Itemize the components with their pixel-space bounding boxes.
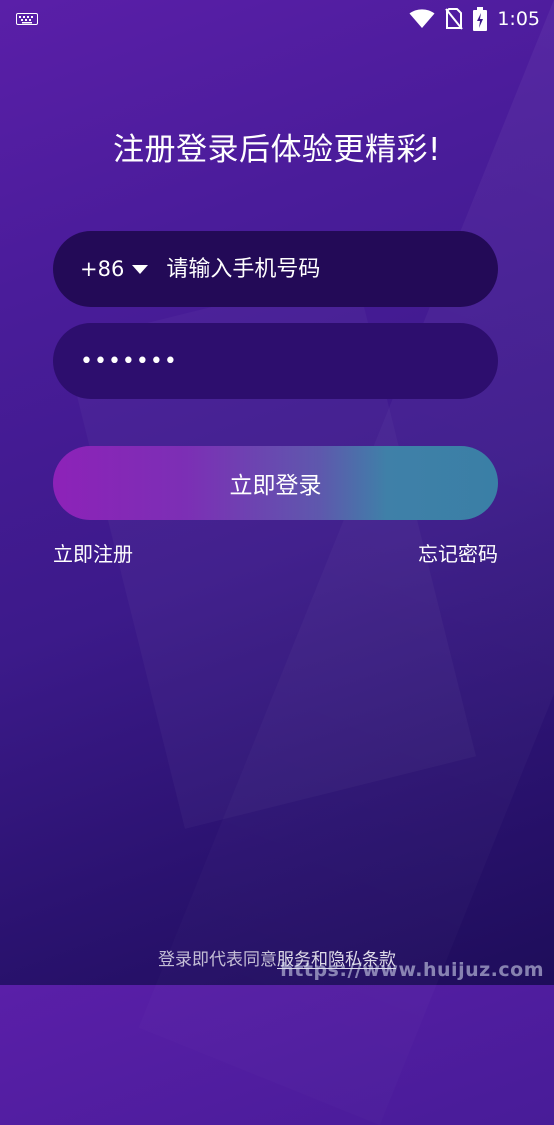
watermark: https://www.huijuz.com bbox=[280, 959, 544, 981]
keyboard-icon bbox=[16, 13, 38, 25]
phone-input[interactable] bbox=[166, 256, 467, 282]
wifi-icon bbox=[409, 9, 435, 28]
phone-field: +86 bbox=[53, 231, 498, 307]
chevron-down-icon[interactable] bbox=[132, 264, 149, 274]
no-sim-icon bbox=[445, 8, 464, 30]
status-bar: 1:05 bbox=[0, 0, 554, 38]
page-headline: 注册登录后体验更精彩! bbox=[113, 132, 441, 168]
login-button[interactable]: 立即登录 bbox=[53, 446, 498, 520]
agreement-prefix: 登录即代表同意 bbox=[158, 950, 277, 970]
country-code-selector[interactable]: +86 bbox=[80, 257, 124, 281]
battery-charging-icon bbox=[473, 7, 488, 31]
forgot-password-link[interactable]: 忘记密码 bbox=[418, 538, 498, 567]
password-input[interactable] bbox=[80, 348, 460, 374]
register-link[interactable]: 立即注册 bbox=[53, 538, 133, 567]
password-field bbox=[53, 323, 498, 399]
status-time: 1:05 bbox=[497, 8, 540, 30]
status-icons: 1:05 bbox=[409, 6, 540, 32]
